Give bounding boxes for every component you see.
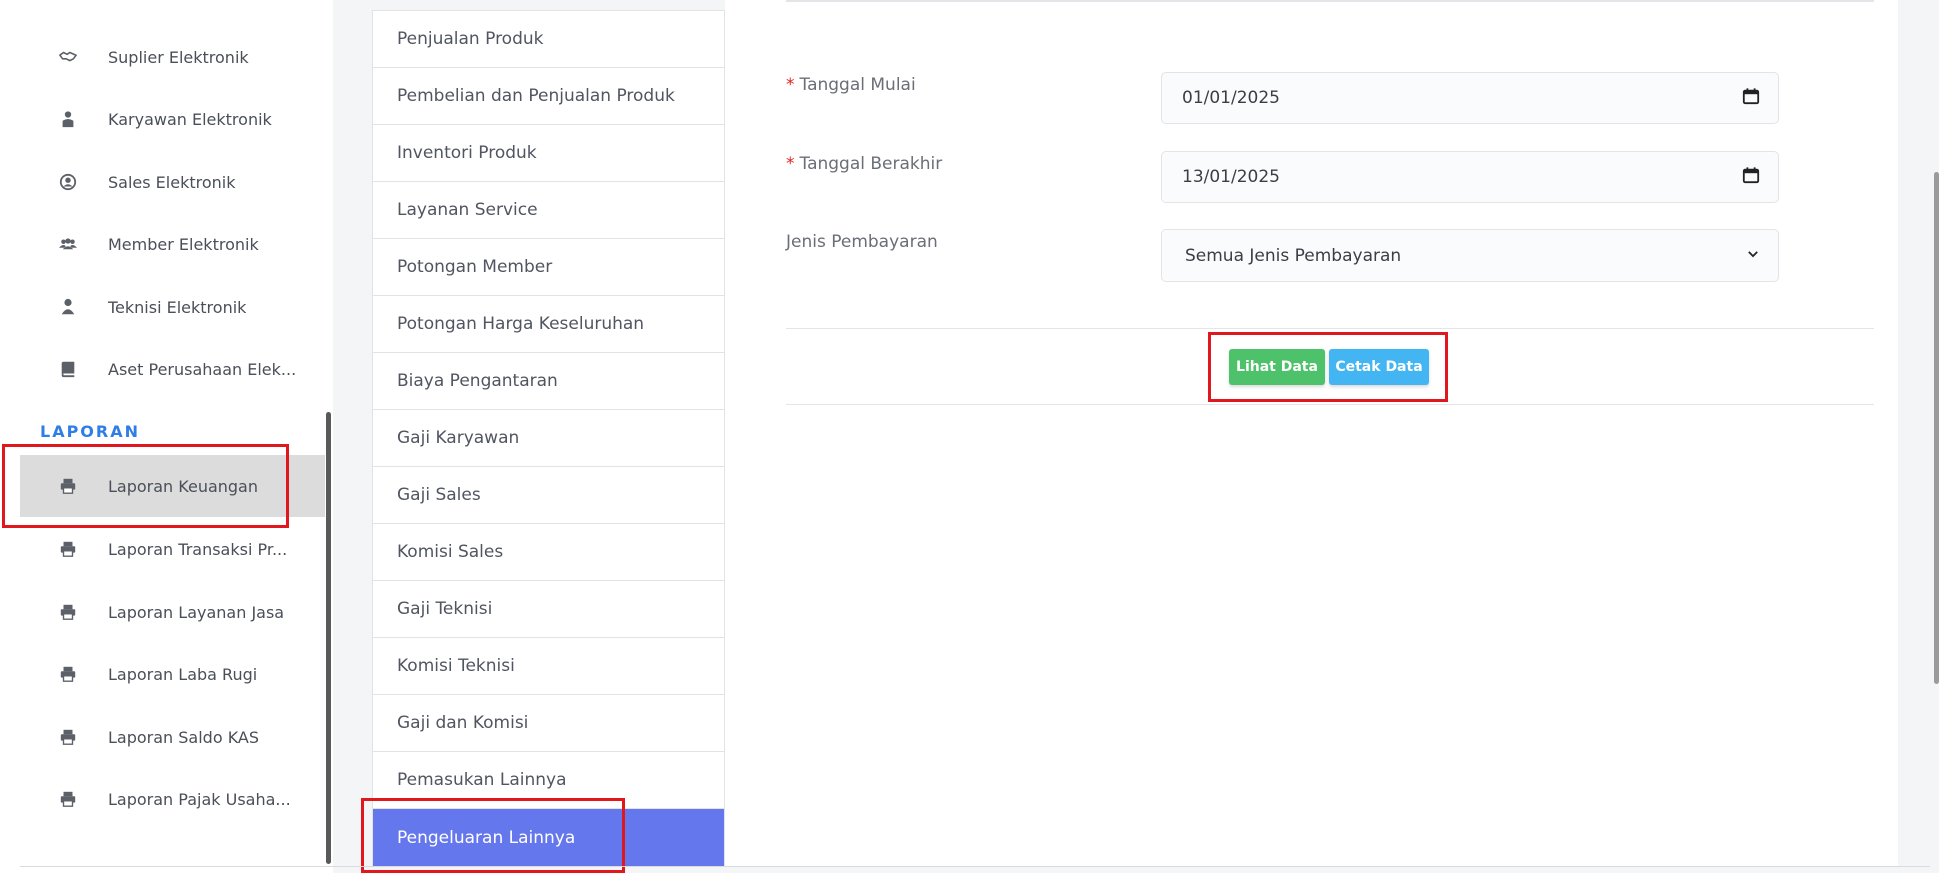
report-item-pengeluaran-lainnya[interactable]: Pengeluaran Lainnya: [373, 809, 724, 866]
sidebar-item-laporan-transaksi[interactable]: Laporan Transaksi Pr...: [20, 518, 325, 580]
payment-type-value: Semua Jenis Pembayaran: [1185, 245, 1402, 266]
calendar-icon[interactable]: [1742, 166, 1760, 189]
sidebar: Suplier Elektronik Karyawan Elektronik S…: [0, 0, 333, 873]
sidebar-item-label: Aset Perusahaan Elek...: [108, 359, 297, 379]
sidebar-item-sales[interactable]: Sales Elektronik: [20, 151, 325, 213]
report-item-potongan-harga[interactable]: Potongan Harga Keseluruhan: [373, 296, 724, 353]
report-item-pemasukan-lainnya[interactable]: Pemasukan Lainnya: [373, 752, 724, 809]
report-form-panel: [725, 0, 1898, 866]
sidebar-item-label: Teknisi Elektronik: [108, 297, 247, 317]
report-item-penjualan-produk[interactable]: Penjualan Produk: [373, 11, 724, 68]
form-bottom-divider: [786, 404, 1874, 405]
printer-icon: [59, 477, 89, 495]
sidebar-item-label: Sales Elektronik: [108, 172, 236, 192]
printer-icon: [59, 665, 89, 683]
printer-icon: [59, 790, 89, 808]
report-item-pembelian-penjualan[interactable]: Pembelian dan Penjualan Produk: [373, 68, 724, 125]
form-top-divider: [786, 0, 1874, 2]
users-icon: [59, 235, 89, 253]
sidebar-item-label: Laporan Layanan Jasa: [108, 602, 285, 622]
sidebar-item-karyawan[interactable]: Karyawan Elektronik: [20, 88, 325, 150]
required-mark: *: [786, 75, 795, 95]
view-data-button[interactable]: Lihat Data: [1229, 349, 1325, 385]
report-item-gaji-komisi[interactable]: Gaji dan Komisi: [373, 695, 724, 752]
report-type-list: Penjualan Produk Pembelian dan Penjualan…: [372, 10, 725, 866]
report-item-komisi-teknisi[interactable]: Komisi Teknisi: [373, 638, 724, 695]
sidebar-item-label: Laporan Laba Rugi: [108, 664, 258, 684]
employee-icon: [59, 110, 89, 128]
page-scrollbar[interactable]: [1934, 172, 1939, 684]
sidebar-item-label: Laporan Pajak Usaha...: [108, 789, 291, 809]
report-item-gaji-sales[interactable]: Gaji Sales: [373, 467, 724, 524]
report-item-komisi-sales[interactable]: Komisi Sales: [373, 524, 724, 581]
sidebar-item-laporan-keuangan[interactable]: Laporan Keuangan: [20, 455, 325, 517]
printer-icon: [59, 603, 89, 621]
sidebar-item-laporan-pajak[interactable]: Laporan Pajak Usaha...: [20, 768, 325, 830]
sidebar-item-teknisi[interactable]: Teknisi Elektronik: [20, 276, 325, 338]
report-item-potongan-member[interactable]: Potongan Member: [373, 239, 724, 296]
report-item-gaji-teknisi[interactable]: Gaji Teknisi: [373, 581, 724, 638]
user-circle-icon: [59, 173, 89, 191]
form-divider: [786, 328, 1874, 329]
sidebar-item-label: Member Elektronik: [108, 234, 259, 254]
print-data-button[interactable]: Cetak Data: [1329, 349, 1429, 385]
bottom-rule: [20, 866, 1930, 867]
sidebar-section-title: LAPORAN: [40, 422, 140, 441]
start-date-input[interactable]: 01/01/2025: [1161, 72, 1779, 124]
sidebar-item-label: Laporan Saldo KAS: [108, 727, 260, 747]
handshake-icon: [59, 48, 89, 66]
report-item-biaya-pengantaran[interactable]: Biaya Pengantaran: [373, 353, 724, 410]
sidebar-item-label: Suplier Elektronik: [108, 47, 249, 67]
sidebar-item-aset[interactable]: Aset Perusahaan Elek...: [20, 338, 325, 400]
printer-icon: [59, 540, 89, 558]
sidebar-item-member[interactable]: Member Elektronik: [20, 213, 325, 275]
sidebar-item-laporan-layanan[interactable]: Laporan Layanan Jasa: [20, 581, 325, 643]
sidebar-item-label: Laporan Keuangan: [108, 476, 258, 496]
sidebar-item-laporan-laba-rugi[interactable]: Laporan Laba Rugi: [20, 643, 325, 705]
report-item-gaji-karyawan[interactable]: Gaji Karyawan: [373, 410, 724, 467]
end-date-input[interactable]: 13/01/2025: [1161, 151, 1779, 203]
payment-type-label: Jenis Pembayaran: [786, 232, 938, 252]
sidebar-item-label: Karyawan Elektronik: [108, 109, 272, 129]
required-mark: *: [786, 154, 795, 174]
report-item-layanan-service[interactable]: Layanan Service: [373, 182, 724, 239]
user-icon: [59, 298, 89, 316]
end-date-value: 13/01/2025: [1182, 167, 1280, 187]
start-date-label: * Tanggal Mulai: [786, 75, 916, 95]
calendar-icon[interactable]: [1742, 87, 1760, 110]
chevron-down-icon: [1746, 246, 1760, 266]
end-date-label: * Tanggal Berakhir: [786, 154, 943, 174]
printer-icon: [59, 728, 89, 746]
sidebar-item-laporan-saldo-kas[interactable]: Laporan Saldo KAS: [20, 706, 325, 768]
payment-type-select[interactable]: Semua Jenis Pembayaran: [1161, 229, 1779, 282]
start-date-value: 01/01/2025: [1182, 88, 1280, 108]
sidebar-item-suplier[interactable]: Suplier Elektronik: [20, 26, 325, 88]
report-item-inventori[interactable]: Inventori Produk: [373, 125, 724, 182]
sidebar-item-label: Laporan Transaksi Pr...: [108, 539, 288, 559]
sidebar-scrollbar[interactable]: [326, 412, 331, 864]
book-icon: [59, 360, 89, 378]
